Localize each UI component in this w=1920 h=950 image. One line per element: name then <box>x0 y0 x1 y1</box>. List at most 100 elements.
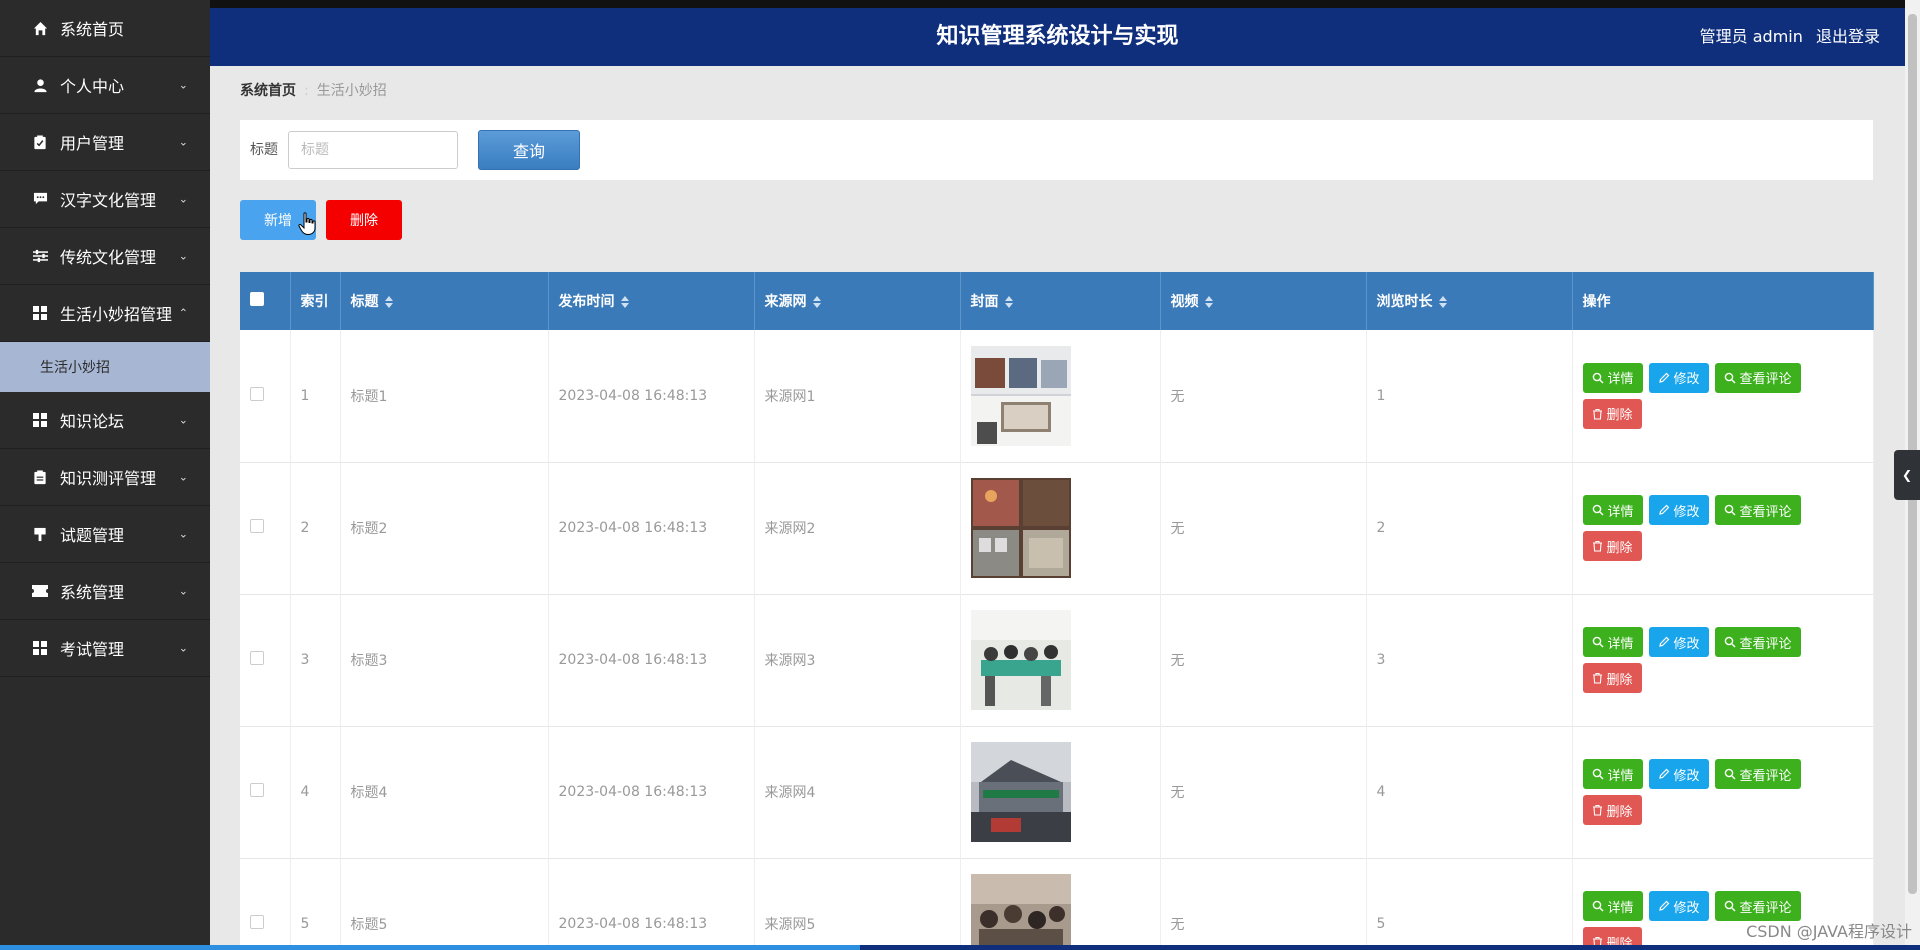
sidebar-item-label: 考试管理 <box>60 640 125 659</box>
sort-icon[interactable] <box>1004 296 1013 308</box>
view-comments-button[interactable]: 查看评论 <box>1714 362 1801 393</box>
cover-image[interactable] <box>970 345 1071 446</box>
cell-source: 来源网2 <box>754 462 961 594</box>
cell-index: 5 <box>290 858 341 945</box>
cell-source: 来源网5 <box>754 858 961 945</box>
select-all-checkbox[interactable] <box>250 292 264 306</box>
sidebar-item-exam[interactable]: 考试管理 ⌄ <box>0 620 210 677</box>
chevron-left-icon: ❮ <box>1901 468 1913 482</box>
row-checkbox[interactable] <box>250 519 264 533</box>
sidebar-item-profile[interactable]: 个人中心 ⌄ <box>0 57 210 114</box>
detail-button[interactable]: 详情 <box>1582 627 1643 657</box>
chevron-down-icon: ⌄ <box>178 249 188 263</box>
sort-icon[interactable] <box>384 296 393 308</box>
sidebar-item-label: 系统首页 <box>60 20 125 39</box>
delete-button[interactable]: 删除 <box>1582 531 1642 561</box>
row-actions: 详情 修改 查看评论 删除 <box>1582 627 1823 693</box>
sidebar-item-assessment[interactable]: 知识测评管理 ⌄ <box>0 449 210 506</box>
main-content: 系统首页:生活小妙招 标题 查询 新增 删除 索引 标题 发布时间 来源网 封面… <box>210 66 1905 945</box>
delete-button[interactable]: 删除 <box>1582 663 1642 693</box>
cover-image[interactable] <box>970 742 1071 842</box>
search-icon <box>1724 636 1736 648</box>
row-checkbox[interactable] <box>250 783 264 797</box>
detail-button[interactable]: 详情 <box>1582 362 1643 393</box>
cover-image[interactable] <box>970 478 1071 578</box>
chevron-down-icon: ⌄ <box>178 470 188 484</box>
trash-icon <box>1592 672 1602 684</box>
cell-index: 2 <box>290 462 341 594</box>
header-duration[interactable]: 浏览时长 <box>1366 272 1573 330</box>
row-checkbox[interactable] <box>250 915 264 929</box>
search-panel: 标题 查询 <box>240 120 1873 180</box>
cover-image[interactable] <box>970 874 1071 945</box>
edit-button[interactable]: 修改 <box>1648 362 1709 393</box>
chevron-down-icon: ⌄ <box>178 413 188 427</box>
sidebar-item-tradition[interactable]: 传统文化管理 ⌄ <box>0 228 210 285</box>
view-comments-button[interactable]: 查看评论 <box>1714 627 1801 657</box>
cell-video: 无 <box>1160 330 1367 462</box>
query-button[interactable]: 查询 <box>478 130 580 170</box>
cell-index: 3 <box>290 594 341 726</box>
breadcrumb-home[interactable]: 系统首页 <box>240 83 296 99</box>
clipboard-icon <box>30 469 50 485</box>
chevron-down-icon: ⌄ <box>178 641 188 655</box>
hand-cursor-icon <box>298 212 316 236</box>
header-video[interactable]: 视频 <box>1160 272 1367 330</box>
delete-button[interactable]: 删除 <box>1582 927 1642 945</box>
header-source[interactable]: 来源网 <box>754 272 961 330</box>
sidebar-item-system[interactable]: 系统管理 ⌄ <box>0 563 210 620</box>
chevron-down-icon: ⌄ <box>178 527 188 541</box>
brush-icon <box>30 527 50 542</box>
trash-icon <box>1592 540 1602 552</box>
detail-button[interactable]: 详情 <box>1582 891 1643 921</box>
cell-time: 2023-04-08 16:48:13 <box>548 594 755 726</box>
edit-button[interactable]: 修改 <box>1648 495 1709 525</box>
edit-button[interactable]: 修改 <box>1648 759 1709 789</box>
detail-button[interactable]: 详情 <box>1582 495 1643 525</box>
header-title[interactable]: 标题 <box>340 272 549 330</box>
sidebar-item-label: 用户管理 <box>60 134 125 153</box>
collapse-panel-tab[interactable]: ❮ <box>1894 450 1920 500</box>
table-row: 5 标题5 2023-04-08 16:48:13 来源网5 无 5 详情 修改… <box>240 858 1874 945</box>
sidebar-subitem-tips[interactable]: 生活小妙招 <box>0 342 210 392</box>
batch-delete-button[interactable]: 删除 <box>326 200 402 240</box>
sort-icon[interactable] <box>620 296 629 308</box>
logout-link[interactable]: 退出登录 <box>1816 27 1880 46</box>
sidebar-item-hanzi[interactable]: 汉字文化管理 ⌄ <box>0 171 210 228</box>
view-comments-button[interactable]: 查看评论 <box>1714 759 1801 789</box>
pencil-icon <box>1658 372 1669 383</box>
search-label: 标题 <box>250 142 278 158</box>
cell-video: 无 <box>1160 462 1367 594</box>
search-icon <box>1724 768 1736 780</box>
sort-icon[interactable] <box>812 296 821 308</box>
cover-image[interactable] <box>970 610 1071 710</box>
detail-button[interactable]: 详情 <box>1582 759 1643 789</box>
view-comments-button[interactable]: 查看评论 <box>1714 495 1801 525</box>
edit-button[interactable]: 修改 <box>1648 891 1709 921</box>
chevron-down-icon: ⌄ <box>178 78 188 92</box>
row-checkbox[interactable] <box>250 386 264 401</box>
sidebar-item-forum[interactable]: 知识论坛 ⌄ <box>0 392 210 449</box>
header-publish-time[interactable]: 发布时间 <box>548 272 755 330</box>
view-comments-button[interactable]: 查看评论 <box>1714 891 1801 921</box>
cell-duration: 5 <box>1366 858 1573 945</box>
header-select-all[interactable] <box>240 272 291 330</box>
delete-button[interactable]: 删除 <box>1582 398 1642 429</box>
chevron-down-icon: ⌄ <box>178 192 188 206</box>
sidebar-item-questions[interactable]: 试题管理 ⌄ <box>0 506 210 563</box>
sidebar-item-users[interactable]: 用户管理 ⌄ <box>0 114 210 171</box>
trash-icon <box>1592 804 1602 816</box>
cell-duration: 4 <box>1366 726 1573 858</box>
header-user-area: 管理员 admin 退出登录 <box>1692 8 1880 66</box>
edit-button[interactable]: 修改 <box>1648 627 1709 657</box>
delete-button[interactable]: 删除 <box>1582 795 1642 825</box>
sidebar-item-home[interactable]: 系统首页 <box>0 0 210 57</box>
sort-icon[interactable] <box>1438 296 1447 308</box>
header-cover[interactable]: 封面 <box>960 272 1161 330</box>
row-checkbox[interactable] <box>250 651 264 665</box>
sidebar-item-tips[interactable]: 生活小妙招管理 ⌃ <box>0 285 210 342</box>
pencil-icon <box>1658 768 1669 779</box>
sidebar: 系统首页 个人中心 ⌄ 用户管理 ⌄ 汉字文化管理 ⌄ 传统文化管理 ⌄ 生活小… <box>0 0 210 945</box>
title-search-input[interactable] <box>288 131 458 169</box>
sort-icon[interactable] <box>1204 296 1213 308</box>
